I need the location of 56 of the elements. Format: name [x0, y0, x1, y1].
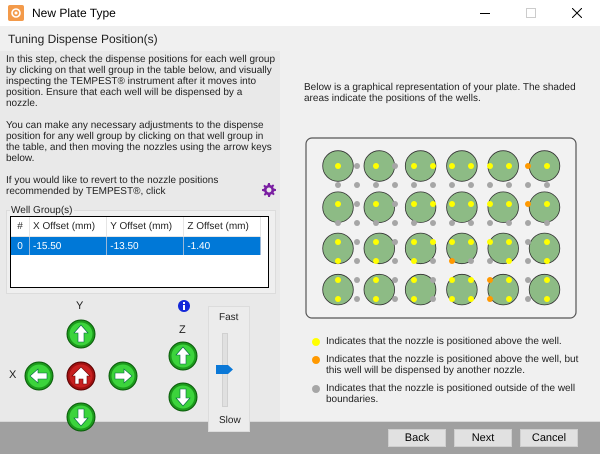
slider-thumb[interactable] — [216, 365, 234, 374]
well — [364, 192, 395, 223]
table-cell: -13.50 — [106, 236, 184, 255]
slow-label: Slow — [219, 415, 241, 426]
table-row[interactable]: 0 -15.50 -13.50 -1.40 — [11, 236, 260, 255]
info-icon[interactable] — [178, 300, 190, 312]
move-right-button[interactable] — [108, 361, 138, 391]
well — [488, 232, 519, 264]
dialog-button[interactable]: Next — [454, 429, 512, 447]
table-cell: 0 — [11, 236, 30, 255]
well — [528, 274, 560, 306]
well — [488, 150, 519, 182]
home-button[interactable] — [66, 361, 96, 391]
minimize-icon[interactable] — [480, 12, 490, 14]
well — [446, 150, 478, 182]
well — [404, 232, 436, 264]
well — [322, 232, 354, 264]
dialog-button[interactable]: Cancel — [520, 429, 578, 447]
well — [446, 192, 478, 223]
x-axis-label: X — [9, 369, 16, 381]
dialog-button[interactable]: Back — [388, 429, 446, 447]
table-cell: -15.50 — [30, 236, 107, 255]
instruction-text: In this step, check the dispense positions for each well group by clicking on that well group in the table below, and visually inspecting the TEMPEST® instrument after it moves into position. Ensure that each well will be dispensed by a nozzle. — [6, 54, 276, 109]
well — [322, 150, 354, 182]
well — [322, 192, 354, 223]
move-left-button[interactable] — [24, 361, 54, 391]
well — [528, 192, 560, 223]
maximize-icon — [526, 8, 536, 18]
table-cell: -1.40 — [184, 236, 260, 255]
app-icon — [8, 5, 24, 21]
legend-text: Indicates that the nozzle is positioned outside of the well boundaries. — [326, 383, 576, 405]
legend-text: Indicates that the nozzle is positioned above the well. — [326, 336, 562, 347]
instruction-text: You can make any necessary adjustments to the dispense position for any well group by clicking on that well group in the table, and then moving the nozzles using the arrow keys below. — [6, 120, 273, 164]
well — [364, 150, 395, 182]
revert-text: If you would like to revert to the nozzle positions recommended by TEMPEST®, click — [6, 175, 220, 197]
y-axis-label: Y — [76, 300, 84, 312]
close-icon[interactable] — [572, 8, 582, 18]
plate-description: Below is a graphical representation of your plate. The shaded areas indicate the positions of the wells. — [304, 82, 577, 104]
window-title: New Plate Type — [32, 6, 116, 20]
z-up-button[interactable] — [168, 341, 198, 371]
well — [488, 192, 519, 223]
well — [322, 274, 354, 306]
well — [528, 232, 560, 264]
well — [528, 150, 560, 182]
move-up-button[interactable] — [66, 319, 96, 349]
group-label: Well Group(s) — [10, 205, 74, 216]
z-axis-label: Z — [179, 324, 186, 336]
well — [364, 232, 395, 264]
well — [404, 150, 436, 182]
well — [488, 274, 519, 306]
gear-icon[interactable] — [262, 183, 276, 197]
well — [404, 192, 436, 223]
z-down-button[interactable] — [168, 382, 198, 412]
fast-label: Fast — [219, 312, 238, 323]
legend-text: Indicates that the nozzle is positioned above the well, but this well will be dispensed by another nozzle. — [326, 354, 580, 376]
well — [364, 274, 395, 306]
